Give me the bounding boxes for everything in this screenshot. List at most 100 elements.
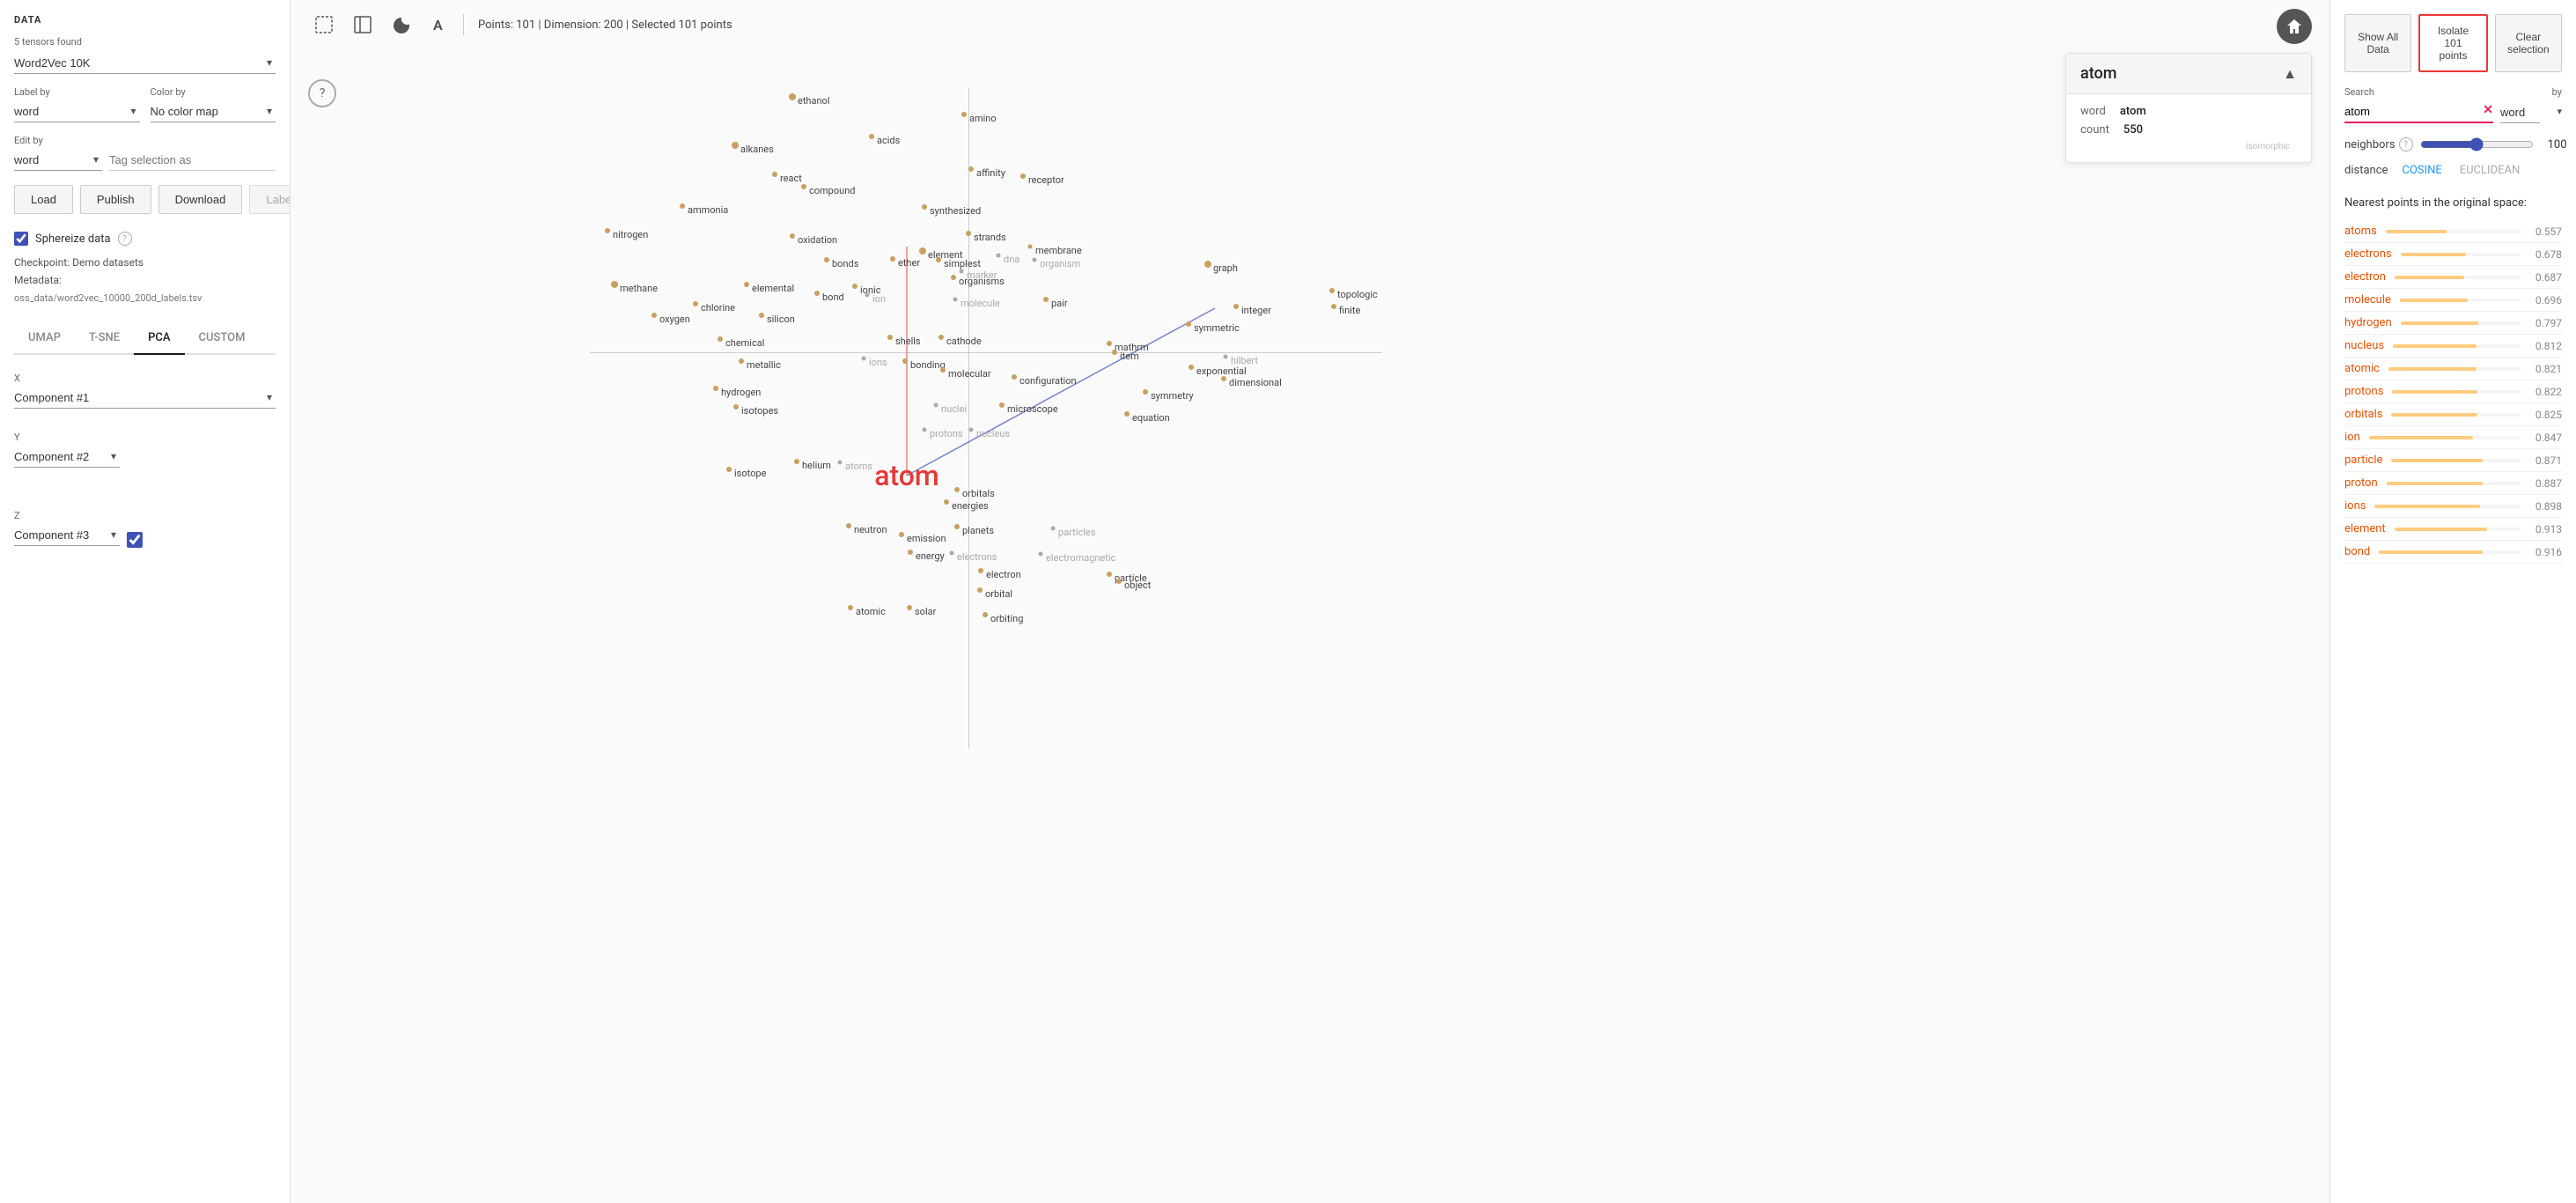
scatter-point[interactable] — [890, 256, 895, 262]
publish-button[interactable]: Publish — [80, 185, 151, 214]
scatter-point[interactable] — [983, 612, 988, 617]
nearest-name[interactable]: hydrogen — [2344, 316, 2392, 329]
x-component-select[interactable]: Component #1 — [14, 387, 276, 409]
label-button[interactable]: Label — [249, 185, 291, 214]
search-input[interactable] — [2344, 101, 2493, 123]
scatter-point[interactable] — [969, 428, 974, 432]
tab-tsne[interactable]: T-SNE — [75, 322, 134, 355]
scatter-point[interactable] — [950, 551, 954, 556]
tab-umap[interactable]: UMAP — [14, 322, 75, 355]
scatter-point[interactable] — [1107, 341, 1112, 346]
scatter-point[interactable] — [1221, 376, 1226, 381]
scatter-point[interactable] — [814, 291, 820, 296]
help-button[interactable]: ? — [308, 79, 336, 107]
sphereize-info-icon[interactable]: ? — [118, 232, 132, 246]
edit-by-select[interactable]: word — [14, 150, 102, 171]
tag-selection-input[interactable] — [109, 150, 276, 171]
scatter-point[interactable] — [790, 233, 795, 239]
scatter-canvas[interactable]: ethanolacidsaminoalkanesreceptoraffinity… — [291, 0, 2329, 1203]
nearest-name[interactable]: protons — [2344, 385, 2383, 398]
scatter-point[interactable] — [940, 367, 946, 373]
scatter-point[interactable] — [1331, 304, 1336, 309]
scatter-point[interactable] — [848, 605, 853, 610]
scatter-point[interactable] — [1020, 173, 1026, 179]
scatter-point[interactable] — [961, 112, 967, 117]
scatter-point[interactable] — [733, 404, 739, 410]
scatter-point[interactable] — [794, 459, 799, 464]
scatter-point[interactable] — [1033, 258, 1037, 262]
scatter-point[interactable] — [954, 524, 960, 529]
scatter-point[interactable] — [759, 313, 764, 318]
night-mode-icon[interactable] — [386, 9, 417, 41]
euclidean-option[interactable]: EUCLIDEAN — [2456, 162, 2524, 179]
nearest-name[interactable]: proton — [2344, 476, 2378, 490]
scatter-point[interactable] — [1039, 552, 1043, 557]
scatter-point[interactable] — [862, 357, 866, 361]
lasso-icon[interactable] — [347, 9, 379, 41]
scatter-point[interactable] — [1028, 245, 1033, 249]
scatter-point[interactable] — [680, 203, 685, 209]
scatter-point[interactable] — [1329, 288, 1335, 293]
scatter-point[interactable] — [907, 605, 912, 610]
by-select[interactable]: word — [2500, 102, 2540, 123]
scatter-point[interactable] — [968, 166, 974, 172]
scatter-point[interactable] — [960, 269, 964, 274]
scatter-point[interactable] — [1012, 374, 1017, 380]
scatter-point[interactable] — [944, 499, 949, 505]
scatter-point[interactable] — [966, 231, 971, 236]
scatter-point[interactable] — [887, 335, 893, 340]
scatter-point[interactable] — [1043, 297, 1049, 302]
scatter-point[interactable] — [899, 532, 904, 537]
scatter-point[interactable] — [744, 282, 749, 287]
label-by-select[interactable]: word — [14, 101, 140, 122]
scatter-point[interactable] — [1124, 411, 1130, 417]
nearest-name[interactable]: electron — [2344, 270, 2386, 284]
nearest-name[interactable]: ions — [2344, 499, 2366, 513]
scatter-point[interactable] — [739, 358, 744, 364]
load-button[interactable]: Load — [14, 185, 73, 214]
nearest-name[interactable]: electrons — [2344, 247, 2392, 261]
scatter-point[interactable] — [693, 301, 698, 306]
scatter-point[interactable] — [923, 428, 927, 432]
z-component-select[interactable]: Component #3 — [14, 525, 120, 546]
scatter-point[interactable] — [954, 487, 960, 492]
y-component-select[interactable]: Component #2 — [14, 447, 120, 468]
scatter-point[interactable] — [726, 467, 732, 472]
nearest-name[interactable]: particle — [2344, 454, 2382, 467]
sphereize-checkbox[interactable] — [14, 232, 28, 246]
scatter-point[interactable] — [1116, 579, 1122, 584]
scatter-point[interactable] — [869, 134, 874, 139]
scatter-point[interactable] — [902, 358, 908, 364]
scatter-point[interactable] — [1186, 321, 1191, 327]
scatter-point[interactable] — [938, 335, 944, 340]
scatter-point[interactable] — [605, 228, 610, 233]
scatter-point[interactable] — [718, 336, 723, 342]
scatter-point[interactable] — [852, 284, 857, 289]
nearest-name[interactable]: atomic — [2344, 362, 2380, 375]
scatter-point[interactable] — [846, 523, 851, 528]
scatter-point[interactable] — [611, 281, 618, 288]
scatter-point[interactable] — [978, 568, 983, 573]
scatter-point[interactable] — [922, 204, 927, 210]
scatter-point[interactable] — [772, 172, 777, 177]
isolate-button[interactable]: Isolate 101points — [2418, 14, 2487, 72]
scatter-point[interactable] — [1224, 355, 1228, 359]
scatter-point[interactable] — [1051, 527, 1056, 531]
nearest-name[interactable]: orbitals — [2344, 408, 2382, 421]
label-by-select-wrap[interactable]: word — [14, 101, 140, 122]
dataset-select-wrapper[interactable]: Word2Vec 10K — [14, 53, 276, 74]
color-by-select-wrap[interactable]: No color map — [151, 101, 276, 122]
scatter-point[interactable] — [953, 298, 958, 302]
y-component-select-wrap[interactable]: Component #2 — [14, 447, 120, 468]
by-select-wrap[interactable]: word — [2500, 102, 2562, 123]
scatter-point[interactable] — [1233, 304, 1239, 309]
clear-selection-button[interactable]: Clearselection — [2495, 14, 2562, 72]
select-box-icon[interactable] — [308, 9, 340, 41]
nearest-name[interactable]: atoms — [2344, 225, 2377, 238]
scatter-point[interactable] — [1107, 572, 1112, 577]
scatter-point[interactable] — [977, 587, 983, 593]
scatter-point[interactable] — [951, 275, 956, 280]
scatter-point[interactable] — [934, 403, 938, 408]
scatter-point[interactable] — [1189, 365, 1194, 370]
nearest-name[interactable]: ion — [2344, 431, 2360, 444]
